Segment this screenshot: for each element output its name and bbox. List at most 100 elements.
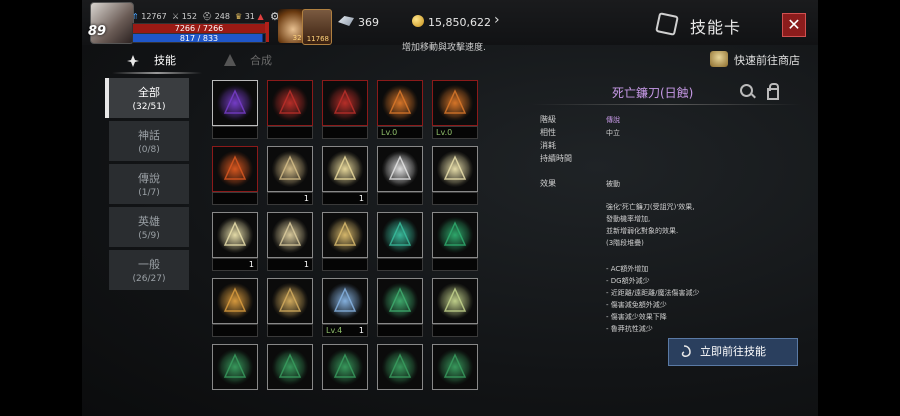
skill-card[interactable] bbox=[212, 344, 258, 402]
skill-card[interactable] bbox=[212, 146, 258, 205]
cards-orange-icon bbox=[212, 278, 258, 324]
skill-card[interactable] bbox=[267, 80, 313, 139]
skill-card[interactable] bbox=[322, 344, 368, 402]
skill-card[interactable]: Lv.0 bbox=[377, 80, 423, 139]
trophy-icon: ♛ bbox=[235, 12, 243, 21]
category-legendary[interactable]: 傳說 (1/7) bbox=[109, 164, 189, 204]
description-line: 發動機率增加, bbox=[606, 215, 651, 223]
card-info-strip: Lv.4 1 bbox=[322, 324, 368, 337]
lock-icon[interactable] bbox=[767, 83, 779, 100]
quick-shop-link[interactable]: 快速前往商店 bbox=[734, 52, 800, 68]
card-info-strip bbox=[432, 324, 478, 337]
eye-red-icon bbox=[322, 80, 368, 126]
skill-card[interactable] bbox=[432, 278, 478, 337]
lightning-icon bbox=[322, 146, 368, 192]
mp-text: 817 / 833 bbox=[179, 34, 219, 43]
sword-icon: ⚔ bbox=[172, 12, 180, 21]
shield-icon bbox=[267, 146, 313, 192]
tab-compose[interactable]: 合成 bbox=[250, 52, 272, 68]
skill-card[interactable] bbox=[267, 278, 313, 337]
currency-expand-chevron-icon[interactable]: › bbox=[494, 12, 500, 28]
skill-card[interactable] bbox=[377, 146, 423, 205]
category-all[interactable]: 全部 (32/51) bbox=[105, 78, 189, 118]
circle-green-icon bbox=[377, 344, 423, 390]
divider bbox=[532, 104, 802, 105]
skill-card[interactable]: Lv.0 bbox=[432, 80, 478, 139]
character-level: 89 bbox=[88, 24, 107, 39]
combat-power-stat: ⇑ 12767 bbox=[132, 12, 167, 21]
sun-gold-icon bbox=[322, 212, 368, 258]
card-info-strip bbox=[267, 324, 313, 337]
category-normal[interactable]: 一般 (26/27) bbox=[109, 250, 189, 290]
skill-swirl-icon bbox=[681, 345, 691, 357]
hp-text: 7266 / 7266 bbox=[174, 24, 224, 33]
eye-green-icon bbox=[377, 278, 423, 324]
skill-card[interactable]: Lv.4 1 bbox=[322, 278, 368, 337]
skill-card[interactable] bbox=[212, 80, 258, 139]
card-info-strip: 1 bbox=[322, 192, 368, 205]
skill-card[interactable] bbox=[322, 212, 368, 271]
skill-card[interactable]: 1 bbox=[212, 212, 258, 271]
effect-label: 效果 bbox=[540, 179, 556, 188]
eye-gold-icon bbox=[267, 212, 313, 258]
effect-value: 被動 bbox=[606, 180, 620, 188]
skill-card-title-icon bbox=[655, 12, 679, 36]
description-line: - 傷害減少效果下降 bbox=[606, 313, 667, 321]
skill-card[interactable] bbox=[267, 344, 313, 402]
card-info-strip bbox=[432, 192, 478, 205]
card-info-strip bbox=[377, 258, 423, 271]
skill-card[interactable] bbox=[432, 344, 478, 402]
card-count: 1 bbox=[303, 260, 309, 269]
affinity-value: 中立 bbox=[606, 129, 620, 137]
curve-arrow-icon bbox=[377, 146, 423, 192]
combat-power-icon: ⇑ bbox=[132, 12, 139, 21]
card-info-strip bbox=[212, 324, 258, 337]
skill-card[interactable] bbox=[377, 212, 423, 271]
skill-card[interactable] bbox=[377, 278, 423, 337]
gold-coin-icon bbox=[412, 15, 424, 27]
category-mythic[interactable]: 神話 (0/8) bbox=[109, 121, 189, 161]
skull-green-icon bbox=[212, 344, 258, 390]
pyramid-icon bbox=[212, 212, 258, 258]
search-icon[interactable] bbox=[740, 84, 753, 97]
close-button[interactable]: ✕ bbox=[782, 13, 806, 37]
wave-green-icon bbox=[432, 212, 478, 258]
game-screen: 89 ⇑ 12767 ⚔ 152 ⛑ 248 ♛ 31 ▲ 7266 / 726… bbox=[82, 0, 818, 416]
card-level: Lv.4 bbox=[326, 326, 343, 335]
description-line: - 傷害減免額外減少 bbox=[606, 301, 667, 309]
description-line: - AC額外增加 bbox=[606, 265, 649, 273]
grade-value: 傳說 bbox=[606, 116, 620, 124]
card-count: 1 bbox=[248, 260, 254, 269]
skill-card[interactable]: 1 bbox=[322, 146, 368, 205]
tab-skills[interactable]: 技能 bbox=[154, 52, 176, 68]
card-info-strip bbox=[267, 126, 313, 139]
arrows-green-icon bbox=[432, 344, 478, 390]
compose-tab-icon bbox=[224, 54, 236, 66]
tab-bar: 技能 合成 bbox=[82, 48, 818, 74]
skill-card[interactable] bbox=[432, 146, 478, 205]
figure-orange-icon bbox=[432, 80, 478, 126]
card-info-strip bbox=[377, 192, 423, 205]
skill-card[interactable] bbox=[212, 278, 258, 337]
card-level: Lv.0 bbox=[436, 128, 453, 137]
sword-green-icon bbox=[377, 212, 423, 258]
card-info-strip bbox=[377, 324, 423, 337]
ghost-blue-icon bbox=[322, 278, 368, 324]
leaf-green-icon bbox=[322, 344, 368, 390]
skill-card[interactable] bbox=[322, 80, 368, 139]
skill-card[interactable]: 1 bbox=[267, 146, 313, 205]
description-line: (3階段堆疊) bbox=[606, 239, 644, 247]
skill-name: 死亡鐮刀(日蝕) bbox=[612, 86, 694, 100]
card-info-strip bbox=[322, 126, 368, 139]
scroll-gold-icon bbox=[267, 278, 313, 324]
card-info-strip: 1 bbox=[267, 258, 313, 271]
skill-card[interactable]: 1 bbox=[267, 212, 313, 271]
scythe-purple-icon bbox=[212, 80, 258, 126]
quick-slot-skill-book[interactable]: 11768 bbox=[302, 9, 332, 45]
skill-card[interactable] bbox=[377, 344, 423, 402]
skill-card[interactable] bbox=[432, 212, 478, 271]
card-info-strip bbox=[212, 126, 258, 139]
defense-stat: ⛑ 248 bbox=[202, 12, 230, 21]
go-to-skill-button[interactable]: 立即前往技能 bbox=[668, 338, 798, 366]
category-hero[interactable]: 英雄 (5/9) bbox=[109, 207, 189, 247]
